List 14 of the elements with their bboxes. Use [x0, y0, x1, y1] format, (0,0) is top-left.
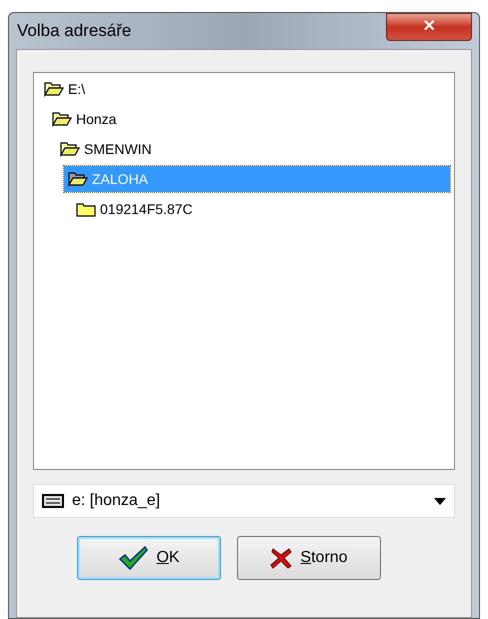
cross-icon: [270, 547, 292, 569]
cancel-button[interactable]: Storno: [237, 536, 381, 580]
tree-item[interactable]: SMENWIN: [56, 136, 450, 162]
window-title: Volba adresáře: [16, 20, 132, 42]
tree-item[interactable]: Honza: [48, 106, 450, 132]
folder-tree[interactable]: E:\ Honza SMENWIN ZALOHA 019214F5.87C: [33, 72, 455, 470]
drive-icon: [42, 494, 64, 508]
check-icon: [118, 546, 148, 570]
ok-button[interactable]: OK: [77, 536, 221, 580]
tree-item[interactable]: E:\: [40, 76, 450, 102]
tree-item[interactable]: 019214F5.87C: [72, 196, 450, 222]
close-button[interactable]: ✕: [386, 13, 472, 41]
drive-dropdown[interactable]: e: [honza_e]: [33, 484, 455, 518]
dropdown-arrow-icon: [434, 498, 446, 504]
